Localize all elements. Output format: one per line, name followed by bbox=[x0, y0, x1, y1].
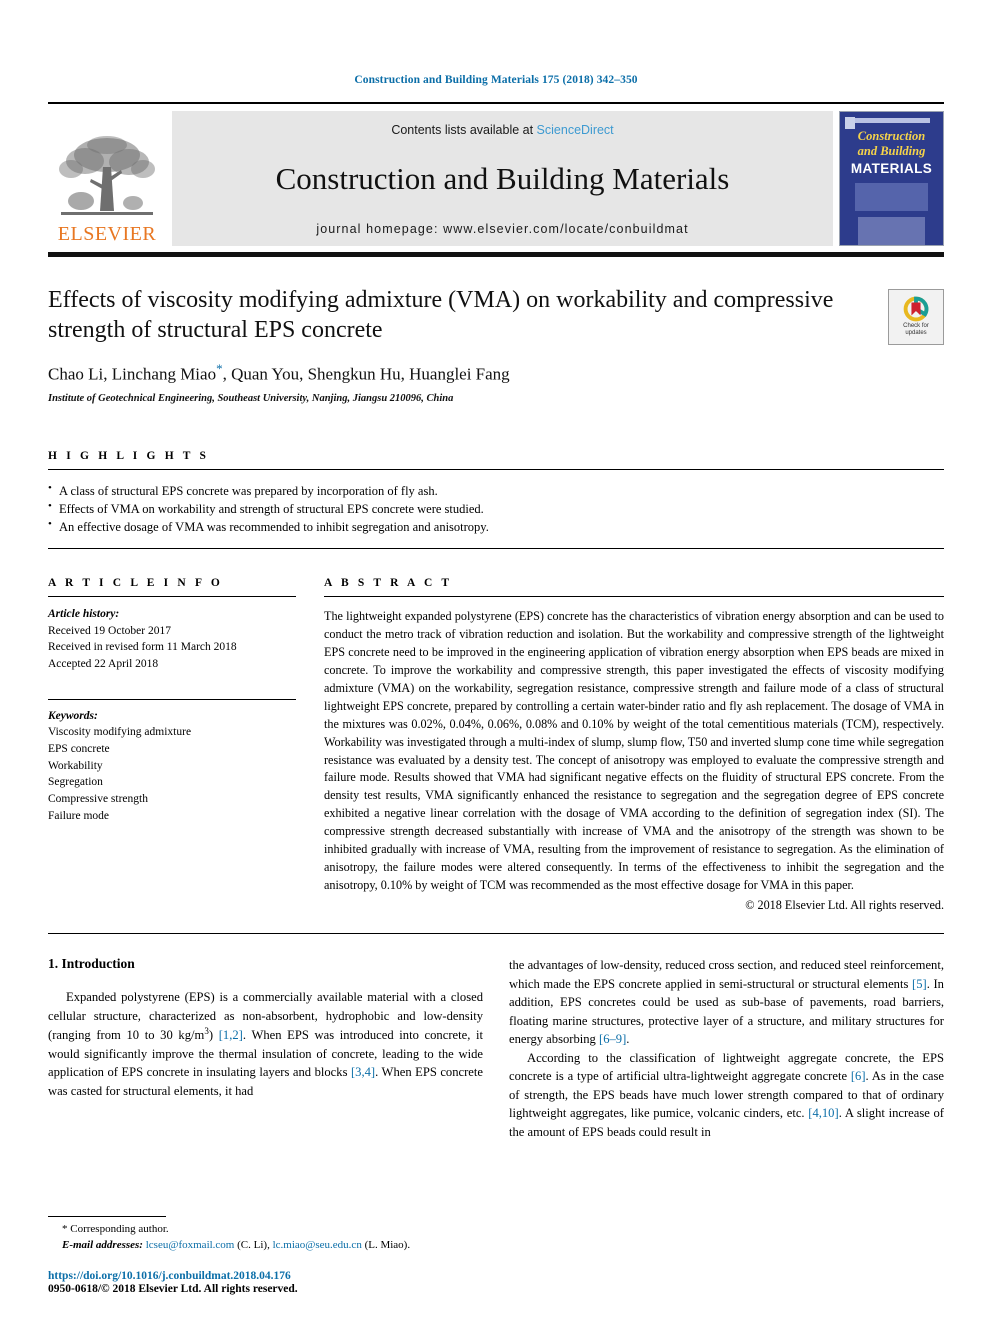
cover-elsevier-mark-icon bbox=[845, 117, 855, 129]
citation-ref[interactable]: [6–9] bbox=[599, 1032, 626, 1046]
authors-rest: , Quan You, Shengkun Hu, Huanglei Fang bbox=[222, 364, 510, 384]
paper-page: Construction and Building Materials 175 … bbox=[0, 0, 992, 1323]
corresponding-marker: * bbox=[62, 1223, 68, 1236]
citation-ref[interactable]: [1,2] bbox=[219, 1028, 243, 1042]
highlights-heading: H I G H L I G H T S bbox=[48, 449, 210, 462]
abstract-copyright: © 2018 Elsevier Ltd. All rights reserved… bbox=[745, 898, 944, 912]
article-history-item: Received 19 October 2017 bbox=[48, 624, 171, 637]
email-link-1[interactable]: lcseu@foxmail.com bbox=[146, 1239, 235, 1251]
keyword-item: Viscosity modifying admixture bbox=[48, 726, 192, 739]
keyword-item: EPS concrete bbox=[48, 743, 110, 756]
citation-ref[interactable]: [4,10] bbox=[808, 1106, 838, 1120]
cover-abstract-block bbox=[855, 182, 928, 211]
cover-top-bar bbox=[853, 118, 930, 123]
highlights-section: H I G H L I G H T S A class of structura… bbox=[48, 450, 944, 549]
abstract-heading: A B S T R A C T bbox=[324, 577, 453, 589]
cover-title-line-2: and Building bbox=[857, 143, 926, 158]
keywords-title: Keywords: bbox=[48, 709, 98, 722]
article-history-title: Article history: bbox=[48, 608, 120, 620]
elsevier-tree-icon bbox=[59, 135, 155, 215]
page-title: Effects of viscosity modifying admixture… bbox=[48, 286, 834, 343]
citation-ref[interactable]: [3,4] bbox=[351, 1065, 375, 1079]
list-item: A class of structural EPS concrete was p… bbox=[48, 481, 944, 500]
paragraph-text: ) bbox=[208, 1028, 219, 1043]
authors-first: Chao Li, Linchang Miao bbox=[48, 364, 217, 384]
section-heading-introduction: 1. Introduction bbox=[48, 956, 135, 971]
paragraph-text: . bbox=[626, 1032, 630, 1046]
email-label: E-mail addresses: bbox=[62, 1239, 143, 1252]
title-block: Effects of viscosity modifying admixture… bbox=[48, 285, 944, 404]
cover-title-line-1: Construction bbox=[857, 129, 926, 143]
cover-lower-block bbox=[857, 216, 926, 245]
keyword-item: Workability bbox=[48, 759, 103, 772]
body-paragraph: Expanded polystyrene (EPS) is a commerci… bbox=[48, 988, 483, 1100]
masthead-center: Contents lists available at ScienceDirec… bbox=[172, 111, 833, 246]
journal-homepage-link[interactable]: journal homepage: www.elsevier.com/locat… bbox=[316, 222, 688, 236]
paragraph-text: the advantages of low-density, reduced c… bbox=[509, 958, 944, 991]
article-info-heading: A R T I C L E I N F O bbox=[48, 577, 223, 589]
list-item: Effects of VMA on workability and streng… bbox=[48, 499, 944, 518]
page-footer: * Corresponding author. E-mail addresses… bbox=[48, 1216, 488, 1295]
author-list: Chao Li, Linchang Miao*, Quan You, Sheng… bbox=[48, 361, 874, 385]
keyword-item: Compressive strength bbox=[48, 793, 148, 806]
journal-title: Construction and Building Materials bbox=[275, 161, 730, 197]
abstract-column: A B S T R A C T The lightweight expanded… bbox=[324, 577, 944, 913]
citation-ref[interactable]: [6] bbox=[851, 1069, 866, 1083]
list-item: An effective dosage of VMA was recommend… bbox=[48, 517, 944, 536]
body-paragraph: According to the classification of light… bbox=[509, 1049, 944, 1142]
affiliation: Institute of Geotechnical Engineering, S… bbox=[48, 392, 454, 404]
crossmark-icon bbox=[903, 296, 929, 322]
journal-cover-thumbnail: Construction and Building MATERIALS bbox=[839, 111, 944, 246]
info-abstract-section: A R T I C L E I N F O Article history: R… bbox=[48, 577, 944, 913]
crossmark-line-2: updates bbox=[905, 330, 927, 336]
issn-copyright-line: 0950-0618/© 2018 Elsevier Ltd. All right… bbox=[48, 1283, 298, 1295]
crossmark-badge[interactable]: Check for updates bbox=[888, 288, 944, 345]
journal-masthead: ELSEVIER Contents lists available at Sci… bbox=[48, 102, 944, 246]
article-history-block: Article history: Received 19 October 201… bbox=[48, 597, 296, 673]
body-right-column: the advantages of low-density, reduced c… bbox=[509, 956, 944, 1141]
contents-available-line: Contents lists available at ScienceDirec… bbox=[391, 123, 613, 137]
contents-prefix: Contents lists available at bbox=[391, 123, 537, 137]
crossmark-line-1: Check for bbox=[903, 323, 929, 330]
body-paragraph: the advantages of low-density, reduced c… bbox=[509, 956, 944, 1049]
highlights-list: A class of structural EPS concrete was p… bbox=[48, 470, 944, 548]
keywords-block: Keywords: Viscosity modifying admixture … bbox=[48, 700, 296, 825]
cover-title-line-3: MATERIALS bbox=[850, 160, 933, 176]
body-left-column: 1. Introduction Expanded polystyrene (EP… bbox=[48, 956, 483, 1141]
body-columns: 1. Introduction Expanded polystyrene (EP… bbox=[48, 956, 944, 1141]
sciencedirect-link[interactable]: ScienceDirect bbox=[537, 123, 614, 137]
footnote-rule bbox=[48, 1216, 166, 1218]
keyword-item: Segregation bbox=[48, 776, 103, 789]
email-owner-1: (C. Li), bbox=[237, 1239, 270, 1252]
abstract-bottom-rule bbox=[48, 933, 944, 934]
crossmark-label: Check for updates bbox=[903, 323, 929, 337]
corresponding-author-note: * Corresponding author. bbox=[48, 1222, 488, 1238]
highlights-bottom-rule bbox=[48, 548, 944, 549]
article-history-item: Received in revised form 11 March 2018 bbox=[48, 641, 237, 654]
article-history-item: Accepted 22 April 2018 bbox=[48, 658, 159, 671]
email-owner-2: (L. Miao). bbox=[364, 1239, 411, 1252]
abstract-text: The lightweight expanded polystyrene (EP… bbox=[324, 609, 944, 893]
keyword-item: Failure mode bbox=[48, 809, 109, 822]
elsevier-wordmark: ELSEVIER bbox=[57, 222, 157, 245]
doi-link[interactable]: https://doi.org/10.1016/j.conbuildmat.20… bbox=[48, 1270, 488, 1282]
running-head: Construction and Building Materials 175 … bbox=[354, 74, 638, 86]
email-link-2[interactable]: lc.miao@seu.edu.cn bbox=[273, 1239, 362, 1251]
corresponding-label: Corresponding author. bbox=[70, 1223, 169, 1236]
email-addresses-note: E-mail addresses: lcseu@foxmail.com (C. … bbox=[48, 1238, 488, 1254]
elsevier-logo: ELSEVIER bbox=[48, 111, 166, 246]
article-info-column: A R T I C L E I N F O Article history: R… bbox=[48, 577, 296, 913]
citation-ref[interactable]: [5] bbox=[912, 977, 927, 991]
masthead-bottom-rule bbox=[48, 251, 944, 257]
